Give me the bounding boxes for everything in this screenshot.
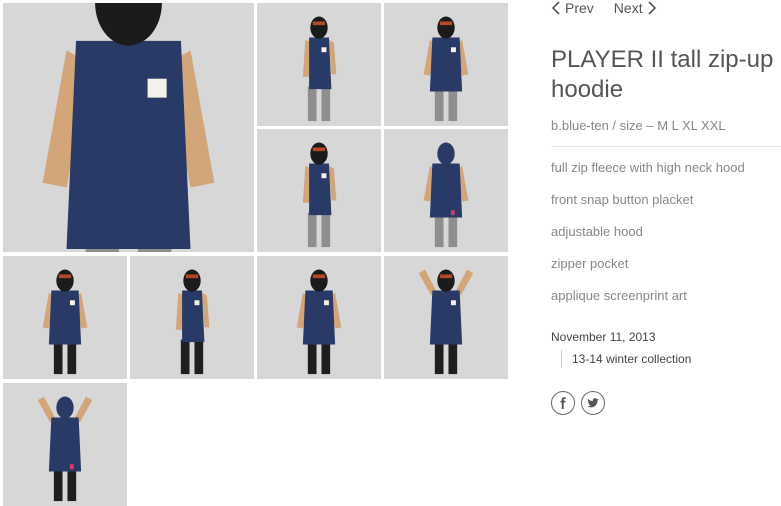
feature-item: applique screenprint art (551, 288, 687, 303)
product-subtitle: b.blue-ten / size – M L XL XXL (551, 118, 726, 133)
figure-illustration (418, 269, 474, 375)
feature-list: full zip fleece with high neck hood fron… (551, 160, 745, 320)
gallery-photo[interactable] (257, 3, 381, 126)
gallery-photo[interactable] (257, 256, 381, 379)
feature-item: front snap button placket (551, 192, 694, 207)
collection-tag[interactable]: 13-14 winter collection (561, 350, 691, 368)
product-title: PLAYER II tall zip-up hoodie (551, 46, 774, 103)
feature-item: full zip fleece with high neck hood (551, 160, 745, 175)
gallery-photo[interactable] (257, 129, 381, 252)
figure-illustration (302, 142, 337, 248)
feature-item: adjustable hood (551, 224, 643, 239)
chevron-left-icon (551, 1, 560, 15)
gallery-photo[interactable] (130, 256, 254, 379)
twitter-share-button[interactable] (581, 391, 605, 415)
facebook-share-button[interactable] (551, 391, 575, 415)
figure-illustration (42, 3, 215, 252)
gallery-photo[interactable] (384, 3, 508, 126)
prev-label: Prev (565, 0, 594, 16)
figure-illustration (302, 16, 337, 122)
post-navigation: Prev Next (551, 0, 657, 16)
post-date: November 11, 2013 (551, 330, 656, 344)
facebook-icon (560, 397, 566, 409)
social-share (551, 391, 605, 415)
figure-illustration (296, 269, 342, 375)
photo-gallery (0, 0, 512, 506)
figure-illustration (175, 269, 210, 375)
gallery-photo[interactable] (3, 256, 127, 379)
divider (551, 146, 781, 147)
gallery-photo[interactable] (3, 383, 127, 506)
gallery-photo[interactable] (384, 256, 508, 379)
gallery-photo-main[interactable] (3, 3, 254, 252)
figure-illustration (37, 396, 93, 502)
figure-illustration (42, 269, 88, 375)
prev-link[interactable]: Prev (551, 0, 594, 16)
gallery-photo[interactable] (384, 129, 508, 252)
figure-illustration (423, 16, 469, 122)
next-link[interactable]: Next (614, 0, 657, 16)
chevron-right-icon (648, 1, 656, 15)
figure-illustration (423, 142, 469, 248)
next-label: Next (613, 0, 643, 16)
feature-item: zipper pocket (551, 256, 629, 271)
twitter-icon (587, 398, 599, 408)
